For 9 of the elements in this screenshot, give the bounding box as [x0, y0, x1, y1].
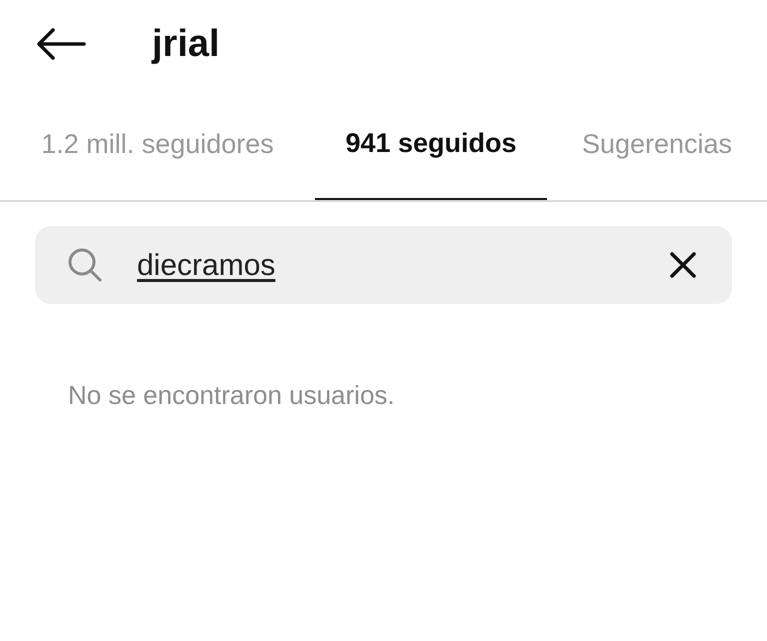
tab[interactable]: 941 seguidos [315, 88, 547, 200]
close-icon [669, 251, 697, 279]
back-button[interactable] [35, 27, 87, 61]
empty-results-message: No se encontraron usuarios. [68, 380, 395, 410]
back-arrow-icon [36, 28, 86, 60]
search-query: diecramos [137, 248, 276, 284]
search-icon [67, 247, 103, 283]
profile-username: jrial [152, 25, 220, 63]
search-field[interactable]: diecramos [35, 226, 732, 304]
